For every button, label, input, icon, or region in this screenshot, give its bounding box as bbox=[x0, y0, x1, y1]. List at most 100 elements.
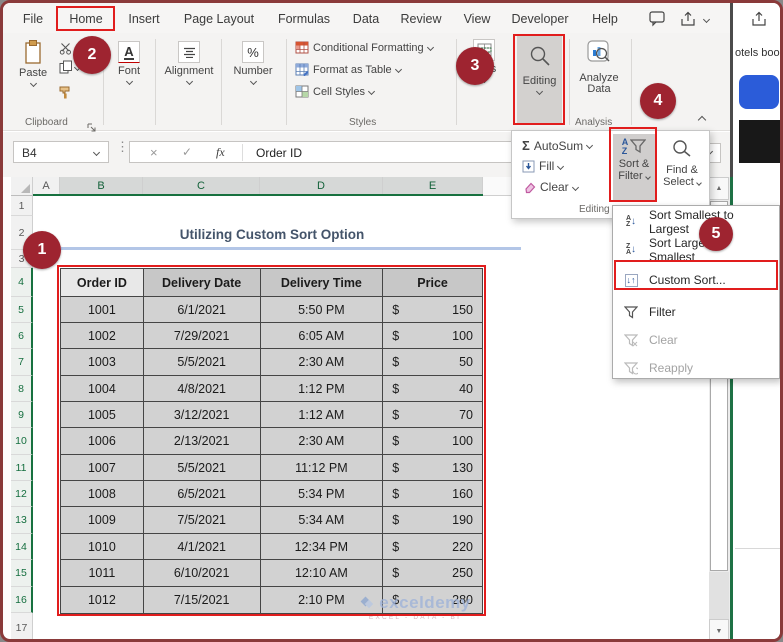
blue-button-fragment bbox=[739, 75, 779, 109]
row-header-14[interactable]: 14 bbox=[11, 534, 33, 560]
paste-button[interactable]: Paste bbox=[19, 39, 47, 86]
tab-file[interactable]: File bbox=[17, 7, 49, 31]
row-header-17[interactable]: 17 bbox=[11, 613, 33, 642]
row-header-15[interactable]: 15 bbox=[11, 560, 33, 587]
down-arrow-icon: ▼ bbox=[716, 628, 723, 635]
find-select-label-line1: Find & bbox=[666, 164, 698, 176]
row-header-11[interactable]: 11 bbox=[11, 455, 33, 481]
collapse-ribbon-icon[interactable] bbox=[698, 116, 706, 124]
group-separator bbox=[155, 39, 156, 125]
select-all-triangle-icon bbox=[21, 184, 30, 193]
enter-icon[interactable]: ✓ bbox=[182, 145, 192, 159]
row-header-4[interactable]: 4 bbox=[11, 268, 33, 297]
find-select-button[interactable]: Find & Select bbox=[658, 134, 706, 200]
row-header-8[interactable]: 8 bbox=[11, 376, 33, 402]
row-header-10[interactable]: 10 bbox=[11, 428, 33, 455]
tab-view[interactable]: View bbox=[459, 7, 495, 31]
title-underline-rule bbox=[61, 247, 521, 250]
analysis-group-label: Analysis bbox=[575, 117, 612, 128]
filter-icon bbox=[621, 306, 641, 319]
alignment-icon bbox=[178, 41, 200, 63]
scrollbar-track[interactable] bbox=[709, 572, 729, 619]
splitter-handle[interactable]: ⋮ bbox=[116, 139, 129, 155]
comment-icon[interactable] bbox=[649, 11, 666, 32]
editing-panel-group-label: Editing bbox=[579, 204, 610, 215]
step-circle-5: 5 bbox=[699, 217, 733, 251]
group-separator bbox=[456, 39, 457, 125]
menu-item-filter[interactable]: Filter bbox=[615, 300, 777, 324]
name-box-value: B4 bbox=[22, 146, 37, 160]
row-header-12[interactable]: 12 bbox=[11, 481, 33, 507]
step-circle-4: 4 bbox=[640, 83, 676, 119]
conditional-formatting-button[interactable]: Conditional Formatting bbox=[295, 41, 433, 54]
fill-button[interactable]: Fill bbox=[522, 159, 563, 173]
format-as-table-button[interactable]: Format as Table bbox=[295, 63, 401, 76]
number-label: Number bbox=[233, 65, 272, 77]
tab-data[interactable]: Data bbox=[348, 7, 384, 31]
partial-cell-text: otels book bbox=[735, 47, 783, 59]
analyze-data-button[interactable]: Analyze Data bbox=[573, 39, 625, 95]
analyze-data-label-line2: Data bbox=[587, 83, 610, 95]
clear-dropdown-icon bbox=[572, 183, 579, 190]
tab-formulas[interactable]: Formulas bbox=[273, 7, 335, 31]
number-group-button[interactable]: % Number bbox=[225, 41, 281, 84]
menu-item-sort-largest-to-smallest[interactable]: ZA↓ Sort Largest to Smallest bbox=[615, 238, 777, 262]
cut-icon[interactable] bbox=[59, 42, 72, 60]
tab-help[interactable]: Help bbox=[588, 7, 622, 31]
format-painter-icon[interactable] bbox=[58, 85, 73, 104]
scroll-down-button[interactable]: ▼ bbox=[709, 619, 729, 642]
dropdown-icon bbox=[427, 44, 434, 51]
conditional-formatting-label: Conditional Formatting bbox=[313, 42, 424, 54]
clear-label: Clear bbox=[540, 180, 569, 194]
analyze-data-icon bbox=[586, 39, 612, 70]
row-header-6[interactable]: 6 bbox=[11, 323, 33, 349]
tab-developer[interactable]: Developer bbox=[507, 7, 573, 31]
font-group-button[interactable]: A Font bbox=[107, 41, 151, 84]
copy-icon[interactable] bbox=[59, 60, 73, 79]
group-separator bbox=[286, 39, 287, 125]
reapply-filter-icon bbox=[621, 362, 641, 375]
clear-button[interactable]: Clear bbox=[522, 180, 578, 194]
select-all-button[interactable] bbox=[11, 177, 33, 196]
row-header-1[interactable]: 1 bbox=[11, 196, 33, 216]
tab-review[interactable]: Review bbox=[397, 7, 445, 31]
cell-styles-icon bbox=[295, 85, 309, 98]
tab-page-layout[interactable]: Page Layout bbox=[179, 7, 259, 31]
fill-label: Fill bbox=[539, 159, 554, 173]
share-dropdown-icon[interactable] bbox=[703, 16, 710, 23]
row-header-16[interactable]: 16 bbox=[11, 587, 33, 613]
fill-icon bbox=[522, 160, 535, 173]
autosum-button[interactable]: Σ AutoSum bbox=[522, 138, 592, 153]
percent-icon: % bbox=[242, 41, 264, 63]
annotation-box-home-tab bbox=[56, 6, 115, 31]
scroll-up-button[interactable]: ▲ bbox=[709, 177, 729, 200]
menu-item-reapply: Reapply bbox=[615, 356, 777, 380]
paste-dropdown-icon bbox=[30, 80, 37, 87]
row-header-9[interactable]: 9 bbox=[11, 402, 33, 428]
up-arrow-icon: ▲ bbox=[716, 185, 723, 192]
insert-function-icon[interactable]: fx bbox=[216, 145, 225, 160]
cancel-icon[interactable]: × bbox=[150, 145, 158, 160]
menu-item-label: Clear bbox=[649, 333, 678, 347]
menu-item-sort-smallest-to-largest[interactable]: AZ↓ Sort Smallest to Largest bbox=[615, 210, 777, 234]
sheet-title-cell[interactable]: Utilizing Custom Sort Option bbox=[61, 227, 483, 242]
font-icon: A bbox=[118, 41, 140, 63]
row-header-5[interactable]: 5 bbox=[11, 297, 33, 323]
name-box-dropdown-icon[interactable] bbox=[93, 149, 100, 156]
annotation-box-custom-sort bbox=[614, 260, 778, 290]
ribbon: Paste Clipboard A Font Ali bbox=[3, 33, 730, 131]
name-box[interactable]: B4 bbox=[13, 141, 109, 163]
formula-bar-content: Order ID bbox=[256, 146, 302, 160]
cell-styles-label: Cell Styles bbox=[313, 86, 365, 98]
cell-styles-button[interactable]: Cell Styles bbox=[295, 85, 374, 98]
fill-dropdown-icon bbox=[557, 162, 564, 169]
share-icon[interactable] bbox=[679, 11, 697, 32]
number-dropdown-icon bbox=[249, 78, 256, 85]
paste-label: Paste bbox=[19, 67, 47, 79]
format-as-table-icon bbox=[295, 63, 309, 76]
row-header-7[interactable]: 7 bbox=[11, 349, 33, 376]
share-icon bbox=[750, 11, 768, 32]
row-header-13[interactable]: 13 bbox=[11, 507, 33, 534]
alignment-group-button[interactable]: Alignment bbox=[159, 41, 219, 84]
tab-insert[interactable]: Insert bbox=[122, 7, 166, 31]
